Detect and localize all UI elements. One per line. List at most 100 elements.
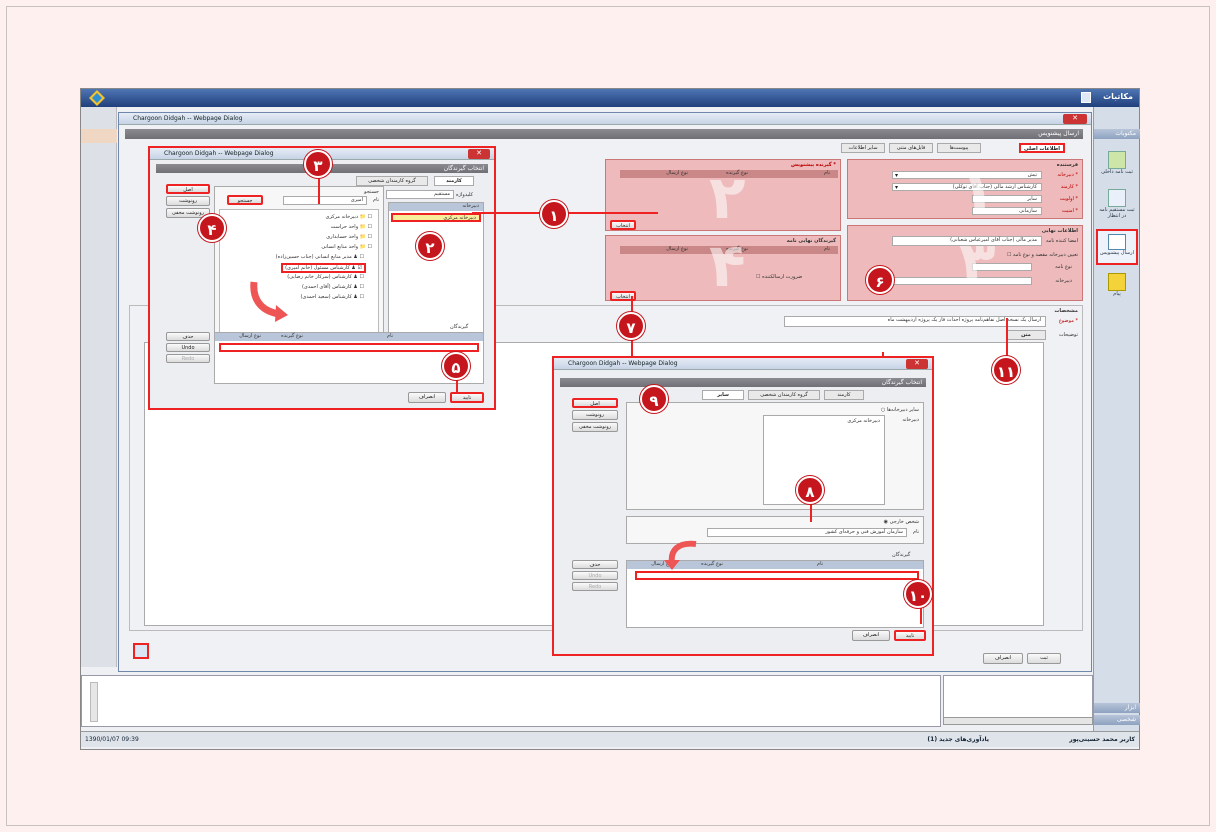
close-icon[interactable]: ✕ (1063, 114, 1087, 124)
tab-other[interactable]: سایر (702, 390, 744, 400)
redo-button[interactable]: Redo (572, 582, 618, 591)
tree-item-label: مدیر منابع انسانی (جناب حسین‌زاده) (275, 254, 352, 260)
org-value: مستقیم (433, 191, 450, 197)
tab-employee[interactable]: کارمند (434, 176, 474, 186)
sidebar-item-label: ثبت نامه داخلی (1101, 169, 1133, 175)
secretariat-listbox[interactable]: دبیرخانه مرکزی (763, 415, 885, 505)
select-dialog-2-title: Chargoon Didgah -- Webpage Dialog (554, 358, 932, 370)
tab-personal-group[interactable]: گروه کارمندان شخصی (748, 390, 820, 400)
delete-button[interactable]: حذف (166, 332, 210, 341)
bottom-list (81, 675, 941, 727)
save-button[interactable]: ثبت (1027, 653, 1061, 664)
undo-button[interactable]: Undo (572, 571, 618, 580)
name-search-input[interactable]: امیری (283, 196, 367, 205)
main-titlebar: مکاتبات (81, 89, 1139, 107)
receivers-row[interactable] (219, 343, 479, 352)
sidebar-item-message[interactable]: پیام (1097, 273, 1137, 297)
draft-header: ارسال پیشنویس (125, 129, 1083, 139)
org-label: کلیدواژه (456, 192, 474, 198)
cancel-button[interactable]: انصراف (852, 630, 890, 641)
original-button[interactable]: اصل (166, 184, 210, 194)
other-secretariats-label: سایر دبیرخانه‌ها (886, 407, 919, 413)
receivers-label: گیرندگان (892, 552, 911, 558)
grid-icon[interactable] (133, 643, 149, 659)
secretariat-list-item[interactable]: دبیرخانه مرکزی (391, 213, 481, 222)
confirm-button[interactable]: تایید (894, 630, 926, 641)
status-reminders[interactable]: یادآوری‌های جدید (1) (927, 736, 989, 743)
need-sender-label: ضرورت ارسالکننده (762, 274, 803, 280)
tree-item-label: واحد منابع انسانی (321, 244, 359, 250)
external-person-label: شخص خارجی (889, 519, 919, 525)
copy-button[interactable]: رونوشت (572, 410, 618, 420)
original-button[interactable]: اصل (572, 398, 618, 408)
redo-button[interactable]: Redo (166, 354, 210, 363)
hidden-copy-button[interactable]: رونوشت مخفی (572, 422, 618, 432)
text-tab[interactable]: متن (1006, 330, 1046, 340)
tree-item-label: کارشناس (سرکار خانم رضایی) (287, 274, 352, 280)
tab-attachments[interactable]: پیوست‌ها (937, 143, 981, 153)
tree-item[interactable]: ☐ ♟ کارشناس (سعید احمدی) (300, 294, 364, 300)
connector-line (1006, 318, 1008, 358)
cancel-button[interactable]: انصراف (408, 392, 446, 403)
tree-item[interactable]: ☐ 📁 دبیرخانه مرکزی (325, 214, 372, 220)
sidebar-item-direct-letter[interactable]: ثبت مستقیم نامه در انتظار (1097, 189, 1137, 219)
external-person-radio[interactable]: شخص خارجی ◉ (884, 519, 919, 525)
delete-button[interactable]: حذف (572, 560, 618, 569)
callout-8: ۸ (796, 476, 824, 504)
bottom-right-list (943, 675, 1093, 719)
search-label: جستجو (364, 189, 379, 195)
chevron-down-icon: ▾ (895, 172, 899, 179)
other-secretariats-radio[interactable]: سایر دبیرخانه‌ها ○ (881, 407, 919, 413)
search-button[interactable]: جستجو (227, 195, 263, 205)
sidebar-item-new-letter[interactable]: ثبت نامه داخلی (1097, 151, 1137, 175)
tab-main-info[interactable]: اطلاعات اصلی (1019, 143, 1065, 153)
priority-label: * اولویت (1059, 196, 1078, 202)
desc-label: توضیحات (1058, 332, 1078, 338)
horizontal-scrollbar[interactable] (943, 717, 1093, 725)
dest-check[interactable]: تعیین دبیرخانه مقصد و نوع نامه ☐ (1007, 252, 1078, 258)
subject-label: * موضوع (1058, 318, 1078, 324)
need-sender-check[interactable]: ضرورت ارسالکننده ☐ (756, 274, 802, 280)
tree-item-selected[interactable]: ☑ ♟ کارشناس مسئول (خانم امیری) (281, 263, 366, 273)
status-user: کاربر محمد حسینی‌پور (1069, 736, 1135, 743)
left-pane-highlight (81, 129, 117, 143)
tree-item-label: واحد حراست (330, 224, 359, 230)
curved-arrow-icon (248, 278, 288, 322)
tab-text-files[interactable]: فایل‌های متنی (889, 143, 933, 153)
tree-item[interactable]: ☐ ♟ مدیر منابع انسانی (جناب حسین‌زاده) (276, 254, 364, 260)
other-secretariats-panel: سایر دبیرخانه‌ها ○ دبیرخانه دبیرخانه مرک… (626, 402, 924, 510)
tree-item[interactable]: ☐ ♟ کارشناس (آقای احمدی) (302, 284, 364, 290)
col-name: نام (823, 170, 830, 176)
cancel-button[interactable]: انصراف (983, 653, 1023, 664)
close-icon[interactable]: ✕ (468, 149, 490, 159)
receivers-row[interactable] (635, 571, 919, 580)
tab-employee[interactable]: کارمند (824, 390, 864, 400)
bottom-scrollbar[interactable] (90, 682, 98, 722)
status-datetime: 1390/01/07 09:39 (85, 736, 139, 743)
org-select[interactable]: مستقیم (386, 190, 454, 199)
tree-item[interactable]: ☐ 📁 واحد منابع انسانی (321, 244, 372, 250)
new-letter-icon (1108, 151, 1126, 169)
callout-9: ۹ (640, 385, 668, 413)
tab-other-info[interactable]: سایر اطلاعات (841, 143, 885, 153)
tree-item-label: کارشناس (سعید احمدی) (300, 294, 352, 300)
select-recipient-button[interactable]: انتخاب (610, 220, 636, 230)
tree-item[interactable]: ☐ 📁 واحد حراست (331, 224, 372, 230)
copy-button[interactable]: رونوشت (166, 196, 210, 206)
undo-button[interactable]: Undo (166, 343, 210, 352)
col-recipient-type: نوع گیرنده (701, 561, 723, 567)
watermark-digit-2: ۲ (709, 163, 746, 233)
sidebar-personal[interactable]: شخصی (1094, 715, 1140, 725)
sidebar-tools[interactable]: ابزار (1094, 703, 1140, 713)
tab-personal-group[interactable]: گروه کارمندان شخصی (356, 176, 428, 186)
tree-item[interactable]: ☐ 📁 واحد حسابداری (326, 234, 372, 240)
tree-item-label: واحد حسابداری (326, 234, 359, 240)
curved-arrow-icon (664, 540, 700, 570)
secretariat-value: تیش (1027, 172, 1037, 178)
sidebar-item-send-draft[interactable]: ارسال پیشنویس (1096, 229, 1138, 265)
ext-name-input[interactable]: سازمان آموزش فنی و حرفه‌ای کشور (707, 528, 907, 537)
col-name: نام (816, 561, 823, 567)
close-icon[interactable]: ✕ (906, 359, 928, 369)
subject-value: ارسال یک نسخه اصل تفاهم‌نامه پروژه احداث… (887, 317, 1041, 323)
tree-item[interactable]: ☐ ♟ کارشناس (سرکار خانم رضایی) (287, 274, 364, 280)
